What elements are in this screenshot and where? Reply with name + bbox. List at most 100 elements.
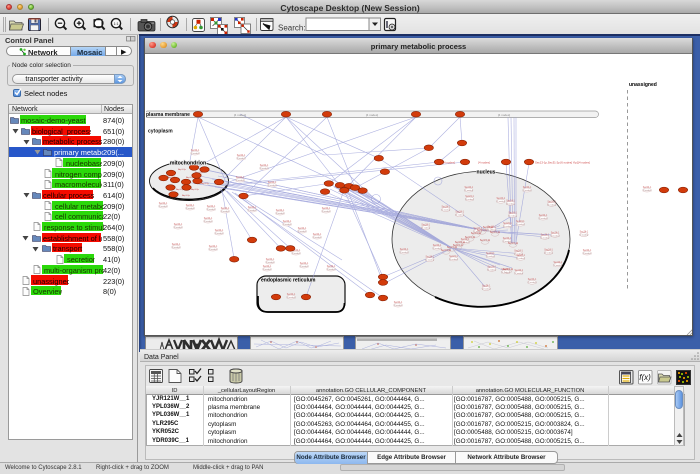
svg-text:Sec23-1p: Sec23-1p: [483, 226, 494, 229]
svg-text:Sec24-1: Sec24-1: [186, 205, 195, 207]
svg-text:[3 nodes]: [3 nodes]: [465, 190, 474, 192]
svg-text:[4 nodes]: [4 nodes]: [234, 113, 247, 117]
svg-text:[3 nodes]: [3 nodes]: [455, 215, 464, 217]
svg-text:[3 nodes]: [3 nodes]: [516, 224, 525, 226]
svg-text:Sec23-1p: Sec23-1p: [455, 241, 466, 244]
svg-text:[3 nodes]: [3 nodes]: [487, 269, 496, 271]
svg-text:[3 nodes]: [3 nodes]: [506, 203, 515, 205]
svg-text:Sec23-1p: Sec23-1p: [508, 242, 519, 245]
svg-text:[3 nodes]: [3 nodes]: [400, 252, 409, 254]
svg-text:Sec24-1: Sec24-1: [523, 187, 532, 189]
svg-text:[3 nodes]: [3 nodes]: [237, 158, 246, 160]
svg-text:[3 nodes]: [3 nodes]: [260, 168, 269, 170]
svg-text:[3 nodes]: [3 nodes]: [276, 213, 285, 215]
svg-text:[3 nodes]: [3 nodes]: [174, 227, 183, 229]
svg-text:Sec24-1: Sec24-1: [516, 255, 525, 257]
svg-text:[3 nodes]: [3 nodes]: [528, 282, 537, 284]
svg-text:[4 nodes]: [4 nodes]: [578, 161, 590, 165]
svg-text:plasma membrane: plasma membrane: [146, 112, 190, 118]
svg-text:Sec24-1: Sec24-1: [276, 210, 285, 212]
svg-text:Sec24-1: Sec24-1: [465, 187, 474, 189]
svg-text:Sec24-1: Sec24-1: [516, 221, 525, 223]
svg-text:[3 nodes]: [3 nodes]: [236, 180, 245, 182]
svg-text:[3 nodes]: [3 nodes]: [313, 237, 322, 239]
svg-text:[3 nodes]: [3 nodes]: [186, 208, 195, 210]
svg-text:Sec23-1p: Sec23-1p: [480, 239, 491, 242]
svg-text:Sec24-1: Sec24-1: [268, 182, 277, 184]
svg-text:Sec24-1: Sec24-1: [266, 259, 275, 261]
svg-text:Sec23-1p: Sec23-1p: [471, 232, 482, 235]
svg-text:Sec24-1: Sec24-1: [551, 232, 560, 234]
svg-text:[3 nodes]: [3 nodes]: [580, 235, 589, 237]
svg-text:Sec24-1: Sec24-1: [209, 246, 218, 248]
svg-text:[3 nodes]: [3 nodes]: [508, 215, 517, 217]
svg-text:[3 nodes]: [3 nodes]: [209, 249, 218, 251]
svg-text:[3 nodes]: [3 nodes]: [298, 231, 307, 233]
svg-text:[3 nodes]: [3 nodes]: [327, 269, 336, 271]
svg-text:[3 nodes]: [3 nodes]: [287, 297, 296, 299]
svg-text:unassigned: unassigned: [629, 82, 657, 88]
svg-text:Sec23-1p: Sec23-1p: [490, 231, 501, 234]
svg-text:Sec23-1p: Sec23-1p: [441, 249, 452, 252]
svg-text:[3 nodes]: [3 nodes]: [248, 210, 257, 212]
svg-text:Sec24-1: Sec24-1: [322, 208, 331, 210]
svg-text:Sec24-1: Sec24-1: [426, 257, 435, 259]
svg-text:[3 nodes]: [3 nodes]: [503, 226, 512, 228]
svg-text:Sec24-1: Sec24-1: [541, 234, 550, 236]
svg-text:[3 nodes]: [3 nodes]: [268, 185, 277, 187]
svg-text:Sec24-1: Sec24-1: [583, 250, 592, 252]
svg-text:Sec24-1: Sec24-1: [215, 230, 224, 232]
svg-text:Sec24-1: Sec24-1: [421, 225, 430, 227]
svg-text:[3 nodes]: [3 nodes]: [544, 253, 553, 255]
svg-text:Sec24-1: Sec24-1: [580, 232, 589, 234]
svg-text:[3 nodes]: [3 nodes]: [394, 305, 403, 307]
svg-text:Sec23-1p: Sec23-1p: [503, 268, 514, 271]
svg-text:Sec23-1p: Sec23-1p: [453, 244, 464, 247]
svg-text:Sec24-1: Sec24-1: [283, 221, 292, 223]
svg-text:Atp1-2p: Atp1-2p: [182, 194, 190, 197]
svg-text:Sec24-1: Sec24-1: [248, 207, 257, 209]
svg-text:Sec24-1: Sec24-1: [394, 302, 403, 304]
svg-text:Sec24-1: Sec24-1: [487, 266, 496, 268]
svg-text:Sec24-1: Sec24-1: [263, 266, 272, 268]
svg-text:nucleus: nucleus: [477, 170, 496, 176]
svg-text:[3 nodes]: [3 nodes]: [191, 153, 200, 155]
svg-text:[3 nodes]: [3 nodes]: [465, 199, 474, 201]
svg-text:[3 nodes]: [3 nodes]: [442, 210, 451, 212]
svg-text:[4 nodes]: [4 nodes]: [498, 113, 511, 117]
svg-text:[3 nodes]: [3 nodes]: [207, 209, 216, 211]
svg-text:Sec24-1: Sec24-1: [237, 155, 246, 157]
svg-text:endoplasmic reticulum: endoplasmic reticulum: [261, 278, 316, 284]
svg-text:[4 nodes]: [4 nodes]: [443, 161, 455, 165]
svg-text:Sec24-1: Sec24-1: [482, 286, 491, 288]
svg-text:Sec24-1: Sec24-1: [327, 266, 336, 268]
svg-text:Sec24-1: Sec24-1: [528, 279, 537, 281]
svg-text:Sec24-1: Sec24-1: [287, 294, 296, 296]
svg-text:[3 nodes]: [3 nodes]: [497, 201, 506, 203]
svg-text:Sec24-1: Sec24-1: [313, 234, 322, 236]
svg-text:[3 nodes]: [3 nodes]: [554, 265, 563, 267]
svg-text:Sec24-1: Sec24-1: [159, 203, 168, 205]
svg-text:[3 nodes]: [3 nodes]: [643, 190, 652, 192]
svg-text:[3 nodes]: [3 nodes]: [159, 206, 168, 208]
svg-text:Sec24-1: Sec24-1: [547, 201, 556, 203]
svg-text:cytoplasm: cytoplasm: [148, 129, 173, 135]
svg-text:Sec23-1p: Sec23-1p: [465, 236, 476, 239]
svg-text:[3 nodes]: [3 nodes]: [523, 190, 532, 192]
svg-text:Sec24-1: Sec24-1: [486, 253, 495, 255]
svg-text:Sec24-1: Sec24-1: [539, 215, 548, 217]
svg-text:Sec24-1: Sec24-1: [515, 270, 524, 272]
svg-text:Sec24-1: Sec24-1: [442, 207, 451, 209]
svg-text:[3 nodes]: [3 nodes]: [300, 266, 309, 268]
svg-text:Sec24-1: Sec24-1: [508, 212, 517, 214]
svg-text:[3 nodes]: [3 nodes]: [426, 260, 435, 262]
svg-text:[3 nodes]: [3 nodes]: [539, 218, 548, 220]
svg-text:Atp1-2p: Atp1-2p: [201, 182, 209, 185]
svg-text:Sec24-1: Sec24-1: [514, 251, 523, 253]
svg-text:Sec24-1: Sec24-1: [298, 228, 307, 230]
svg-text:Search:: Search:: [278, 24, 306, 33]
svg-text:Sec24-1: Sec24-1: [544, 250, 553, 252]
svg-text:Atp1-2p: Atp1-2p: [191, 188, 199, 191]
svg-text:[4 nodes]: [4 nodes]: [366, 113, 379, 117]
svg-text:[3 nodes]: [3 nodes]: [215, 233, 224, 235]
